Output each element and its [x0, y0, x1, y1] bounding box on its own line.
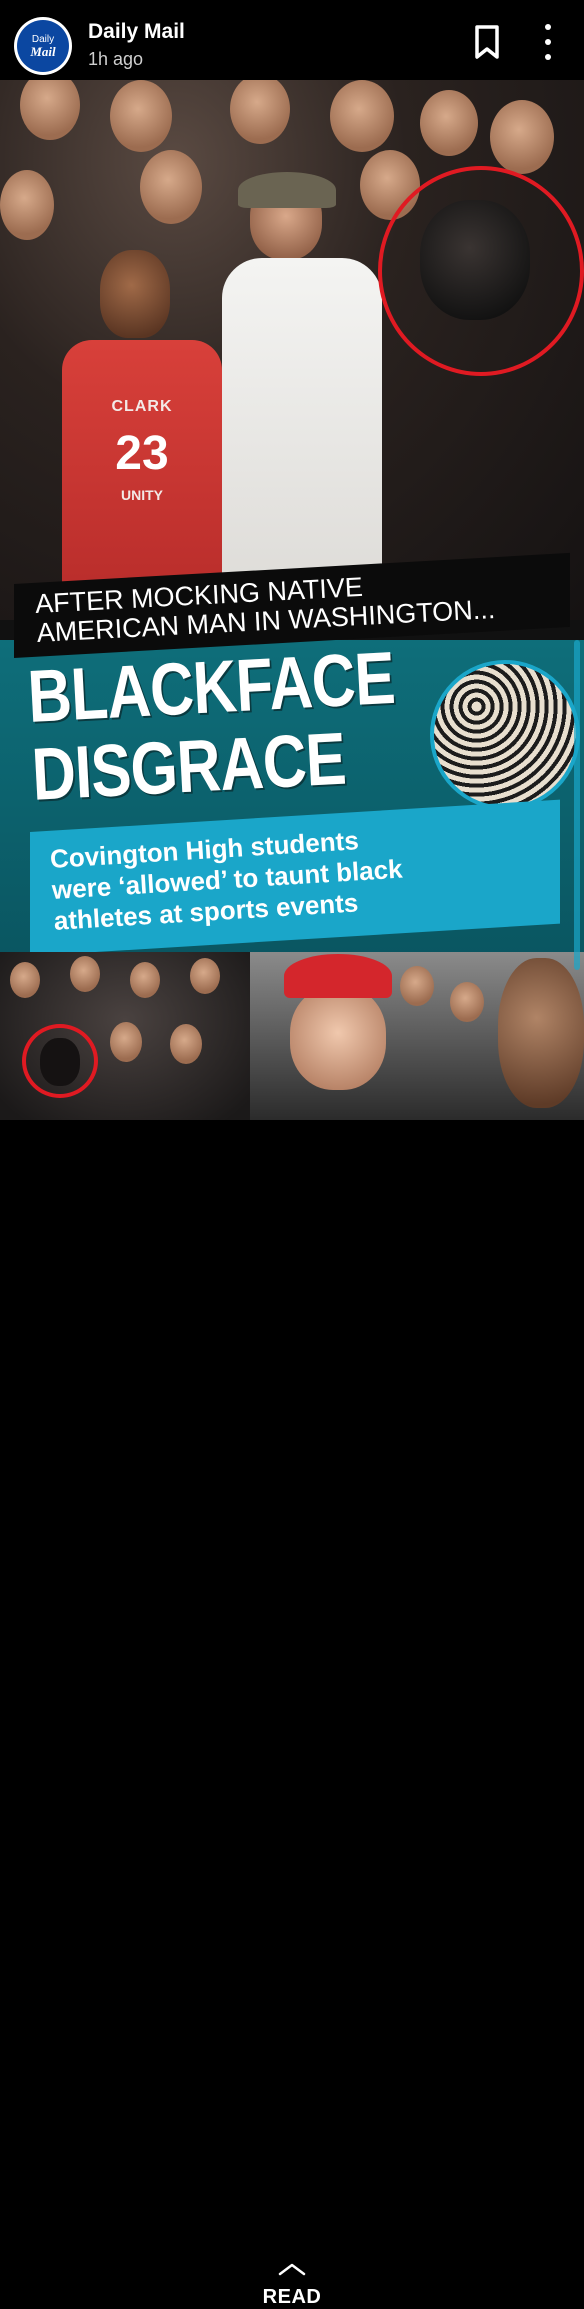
player-jersey: CLARK 23 UNITY: [62, 340, 222, 610]
jersey-number: 23: [115, 427, 169, 480]
post-time: 1h ago: [88, 49, 144, 69]
logo-line2: Mail: [30, 43, 56, 59]
logo-line1: Daily: [31, 33, 55, 45]
bookmark-icon[interactable]: [474, 24, 500, 60]
jersey-school-bottom: UNITY: [121, 487, 163, 503]
red-cap: [284, 954, 392, 998]
scroll-indicator[interactable]: [574, 640, 580, 970]
read-button[interactable]: READ: [0, 2286, 584, 2309]
jersey-school-top: CLARK: [111, 398, 173, 415]
chevron-up-icon[interactable]: [278, 2262, 306, 2276]
basketball-crowd-photo: CLARK 23 UNITY: [0, 80, 584, 620]
daily-mail-logo-icon: Daily Mail: [17, 20, 69, 72]
more-vertical-icon[interactable]: [538, 24, 558, 60]
crowd-inset-photo: [430, 660, 580, 810]
publisher-logo[interactable]: Daily Mail: [14, 17, 72, 75]
headline: BLACKFACE DISGRACE: [25, 635, 397, 816]
publisher-name[interactable]: Daily Mail: [88, 20, 185, 44]
highlight-circle-small: [22, 1024, 98, 1098]
subheadline-banner: Covington High students were ‘allowed’ t…: [0, 799, 584, 962]
footer-bar: READ: [0, 1120, 584, 2308]
story-content[interactable]: CLARK 23 UNITY AFTER MOCKING NATIVE AMER…: [0, 80, 584, 1120]
coach-figure: [220, 172, 390, 620]
students-bleachers-photo: [0, 952, 250, 1120]
story-header: Daily Mail Daily Mail 1h ago: [0, 0, 584, 80]
player-figure: CLARK 23 UNITY: [52, 250, 242, 620]
highlight-circle: [378, 166, 584, 376]
washington-encounter-photo: [250, 952, 584, 1120]
